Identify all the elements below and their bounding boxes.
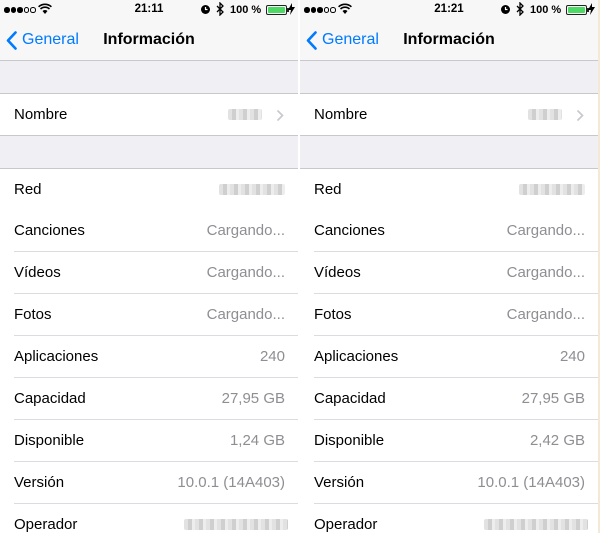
- charging-bolt-icon: [288, 3, 295, 15]
- info-row-value: 27,95 GB: [221, 390, 285, 407]
- chevron-right-icon: [276, 109, 284, 122]
- info-row-label: Fotos: [314, 306, 352, 323]
- info-row-value: Cargando...: [506, 222, 585, 239]
- info-row-label: Operador: [14, 516, 78, 533]
- battery-icon: [566, 5, 589, 15]
- charging-bolt-icon: [588, 3, 595, 15]
- info-row-label: Red: [314, 181, 342, 198]
- info-row-value: Cargando...: [506, 306, 585, 323]
- status-bar: 21:11 100 %: [0, 0, 298, 20]
- alarm-clock-icon: [201, 5, 210, 14]
- info-row-photos: Fotos Cargando...: [0, 294, 298, 336]
- info-row-value: 27,95 GB: [521, 390, 585, 407]
- redacted-carrier-value: [184, 519, 288, 530]
- info-row-label: Vídeos: [314, 264, 361, 281]
- status-bar: 21:21 100 %: [300, 0, 598, 20]
- info-row-value: Cargando...: [206, 306, 285, 323]
- screen-right: 21:21 100 % General Información Nombre R…: [300, 0, 598, 533]
- bluetooth-icon: [216, 2, 224, 16]
- info-row-label: Red: [14, 181, 42, 198]
- battery-percentage: 100 %: [530, 4, 562, 16]
- chevron-right-icon: [576, 109, 584, 122]
- battery-percentage: 100 %: [230, 4, 262, 16]
- info-row-label: Canciones: [314, 222, 385, 239]
- navigation-bar: General Información: [300, 20, 598, 61]
- info-row-value: Cargando...: [206, 264, 285, 281]
- info-row-label: Operador: [314, 516, 378, 533]
- battery-icon: [266, 5, 289, 15]
- page-title: Información: [403, 31, 495, 48]
- info-row-capacity: Capacidad 27,95 GB: [300, 378, 598, 420]
- info-row-videos: Vídeos Cargando...: [0, 252, 298, 294]
- info-row-value: 1,24 GB: [229, 432, 285, 449]
- redacted-device-name: [228, 109, 262, 120]
- info-row-videos: Vídeos Cargando...: [300, 252, 598, 294]
- info-row-label: Disponible: [314, 432, 385, 449]
- info-row-label: Fotos: [14, 306, 52, 323]
- info-row-value: 10.0.1 (14A403): [477, 474, 585, 491]
- name-label: Nombre: [14, 106, 68, 123]
- redacted-network-value: [519, 184, 585, 195]
- info-row-value: 10.0.1 (14A403): [177, 474, 285, 491]
- info-row-capacity: Capacidad 27,95 GB: [0, 378, 298, 420]
- info-row-available: Disponible 1,24 GB: [0, 420, 298, 462]
- info-row-label: Versión: [314, 474, 365, 491]
- info-row-value: 240: [559, 348, 585, 365]
- info-row-apps: Aplicaciones 240: [0, 336, 298, 378]
- bluetooth-icon: [516, 2, 524, 16]
- info-row-label: Capacidad: [14, 390, 86, 407]
- info-row-songs: Canciones Cargando...: [0, 210, 298, 252]
- info-row-version: Versión 10.0.1 (14A403): [300, 462, 598, 504]
- redacted-network-value: [219, 184, 285, 195]
- info-row-label: Capacidad: [314, 390, 386, 407]
- info-row-network: Red: [300, 168, 598, 211]
- info-row-network: Red: [0, 168, 298, 211]
- screen-left: 21:11 100 % General Información Nombre R…: [0, 0, 298, 533]
- info-row-value: Cargando...: [506, 264, 585, 281]
- name-label: Nombre: [314, 106, 368, 123]
- info-row-version: Versión 10.0.1 (14A403): [0, 462, 298, 504]
- page-title: Información: [103, 31, 195, 48]
- info-row-carrier: Operador: [300, 504, 598, 533]
- info-row-label: Canciones: [14, 222, 85, 239]
- info-row-label: Aplicaciones: [14, 348, 99, 365]
- info-row-value: Cargando...: [206, 222, 285, 239]
- info-row-photos: Fotos Cargando...: [300, 294, 598, 336]
- info-row-label: Aplicaciones: [314, 348, 399, 365]
- name-row[interactable]: Nombre: [0, 93, 298, 136]
- info-row-apps: Aplicaciones 240: [300, 336, 598, 378]
- redacted-carrier-value: [484, 519, 588, 530]
- redacted-device-name: [528, 109, 562, 120]
- info-row-available: Disponible 2,42 GB: [300, 420, 598, 462]
- info-row-songs: Canciones Cargando...: [300, 210, 598, 252]
- navigation-bar: General Información: [0, 20, 298, 61]
- info-row-label: Vídeos: [14, 264, 61, 281]
- info-row-carrier: Operador: [0, 504, 298, 533]
- info-row-value: 240: [259, 348, 285, 365]
- alarm-clock-icon: [501, 5, 510, 14]
- name-row[interactable]: Nombre: [300, 93, 598, 136]
- info-row-label: Versión: [14, 474, 65, 491]
- info-row-value: 2,42 GB: [529, 432, 585, 449]
- info-row-label: Disponible: [14, 432, 85, 449]
